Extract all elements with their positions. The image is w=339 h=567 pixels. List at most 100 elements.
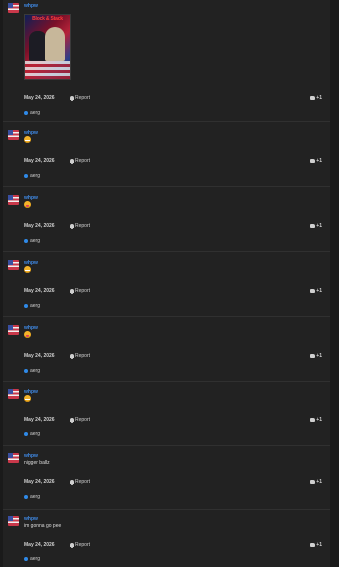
post: whpw nigger ballz May 24, 2026 Report +1… [3, 450, 330, 510]
grinning-emoji-icon [24, 266, 31, 273]
like-label: +1 [316, 542, 322, 548]
avatar[interactable] [8, 389, 19, 399]
like-button[interactable]: +1 [310, 353, 322, 359]
avatar[interactable] [8, 195, 19, 205]
report-label: Report [75, 542, 91, 548]
post-date[interactable]: May 24, 2026 [24, 542, 55, 548]
thumbs-up-icon [310, 480, 316, 484]
post-username[interactable]: whpw [24, 3, 38, 9]
post-date[interactable]: May 24, 2026 [24, 158, 55, 164]
post-username[interactable]: whpw [24, 453, 38, 459]
post: whpw May 24, 2026 Report +1 aerg [3, 257, 330, 317]
tongue-emoji-icon [24, 201, 31, 208]
avatar[interactable] [8, 453, 19, 463]
like-label: +1 [316, 288, 322, 294]
reactor-name: aerg [30, 494, 41, 500]
post: whpw Block & Stack May 24, 2026 Report +… [3, 0, 330, 122]
scrollbar-track[interactable] [330, 0, 339, 567]
post-username[interactable]: whpw [24, 516, 38, 522]
report-label: Report [75, 479, 91, 485]
like-button[interactable]: +1 [310, 223, 322, 229]
post-date[interactable]: May 24, 2026 [24, 479, 55, 485]
bell-icon [70, 543, 74, 548]
like-label: +1 [316, 158, 322, 164]
post-date[interactable]: May 24, 2026 [24, 417, 55, 423]
bell-icon [70, 159, 74, 164]
post: whpw May 24, 2026 Report +1 aerg [3, 386, 330, 446]
reactions-bar[interactable]: aerg [24, 494, 40, 500]
report-button[interactable]: Report [70, 158, 90, 164]
report-label: Report [75, 288, 91, 294]
reactor-name: aerg [30, 431, 41, 437]
avatar[interactable] [8, 3, 19, 13]
reactor-name: aerg [30, 303, 41, 309]
reactions-bar[interactable]: aerg [24, 431, 40, 437]
tongue-emoji-icon [24, 331, 31, 338]
report-button[interactable]: Report [70, 288, 90, 294]
reactions-bar[interactable]: aerg [24, 303, 40, 309]
post-date[interactable]: May 24, 2026 [24, 223, 55, 229]
like-label: +1 [316, 353, 322, 359]
reaction-icon [24, 557, 28, 561]
avatar[interactable] [8, 260, 19, 270]
attachment-flag-overlay [25, 61, 70, 79]
post-meta: May 24, 2026 Report [24, 417, 90, 423]
bell-icon [70, 480, 74, 485]
reaction-icon [24, 432, 28, 436]
bell-icon [70, 289, 74, 294]
reactions-bar[interactable]: aerg [24, 173, 40, 179]
reaction-icon [24, 174, 28, 178]
like-label: +1 [316, 223, 322, 229]
reactor-name: aerg [30, 368, 41, 374]
bell-icon [70, 354, 74, 359]
reaction-icon [24, 304, 28, 308]
post-date[interactable]: May 24, 2026 [24, 288, 55, 294]
like-button[interactable]: +1 [310, 158, 322, 164]
report-label: Report [75, 417, 91, 423]
report-button[interactable]: Report [70, 479, 90, 485]
post-meta: May 24, 2026 Report [24, 479, 90, 485]
post-meta: May 24, 2026 Report [24, 158, 90, 164]
avatar[interactable] [8, 325, 19, 335]
thumbs-up-icon [310, 289, 316, 293]
report-label: Report [75, 158, 91, 164]
reactions-bar[interactable]: aerg [24, 110, 40, 116]
post-date[interactable]: May 24, 2026 [24, 95, 55, 101]
reactions-bar[interactable]: aerg [24, 368, 40, 374]
reactions-bar[interactable]: aerg [24, 238, 40, 244]
thumbs-up-icon [310, 354, 316, 358]
reaction-icon [24, 495, 28, 499]
image-attachment[interactable]: Block & Stack [24, 14, 71, 80]
post-body: im gonna go pee [24, 523, 62, 529]
report-button[interactable]: Report [70, 95, 90, 101]
like-button[interactable]: +1 [310, 479, 322, 485]
report-button[interactable]: Report [70, 223, 90, 229]
attachment-title-text: Block & Stack [32, 16, 63, 22]
post: whpw May 24, 2026 Report +1 aerg [3, 127, 330, 187]
reactor-name: aerg [30, 556, 41, 562]
like-button[interactable]: +1 [310, 95, 322, 101]
report-label: Report [75, 223, 91, 229]
post-date[interactable]: May 24, 2026 [24, 353, 55, 359]
report-button[interactable]: Report [70, 353, 90, 359]
avatar[interactable] [8, 130, 19, 140]
report-button[interactable]: Report [70, 542, 90, 548]
reactions-bar[interactable]: aerg [24, 556, 40, 562]
like-button[interactable]: +1 [310, 542, 322, 548]
like-button[interactable]: +1 [310, 288, 322, 294]
like-button[interactable]: +1 [310, 417, 322, 423]
like-label: +1 [316, 479, 322, 485]
reaction-icon [24, 111, 28, 115]
report-button[interactable]: Report [70, 417, 90, 423]
reactor-name: aerg [30, 238, 41, 244]
post-meta: May 24, 2026 Report [24, 542, 90, 548]
thumbs-up-icon [310, 418, 316, 422]
like-label: +1 [316, 417, 322, 423]
bell-icon [70, 418, 74, 423]
avatar[interactable] [8, 516, 19, 526]
report-label: Report [75, 95, 91, 101]
post-meta: May 24, 2026 Report [24, 288, 90, 294]
post: whpw May 24, 2026 Report +1 aerg [3, 192, 330, 252]
reaction-icon [24, 239, 28, 243]
thumbs-up-icon [310, 543, 316, 547]
